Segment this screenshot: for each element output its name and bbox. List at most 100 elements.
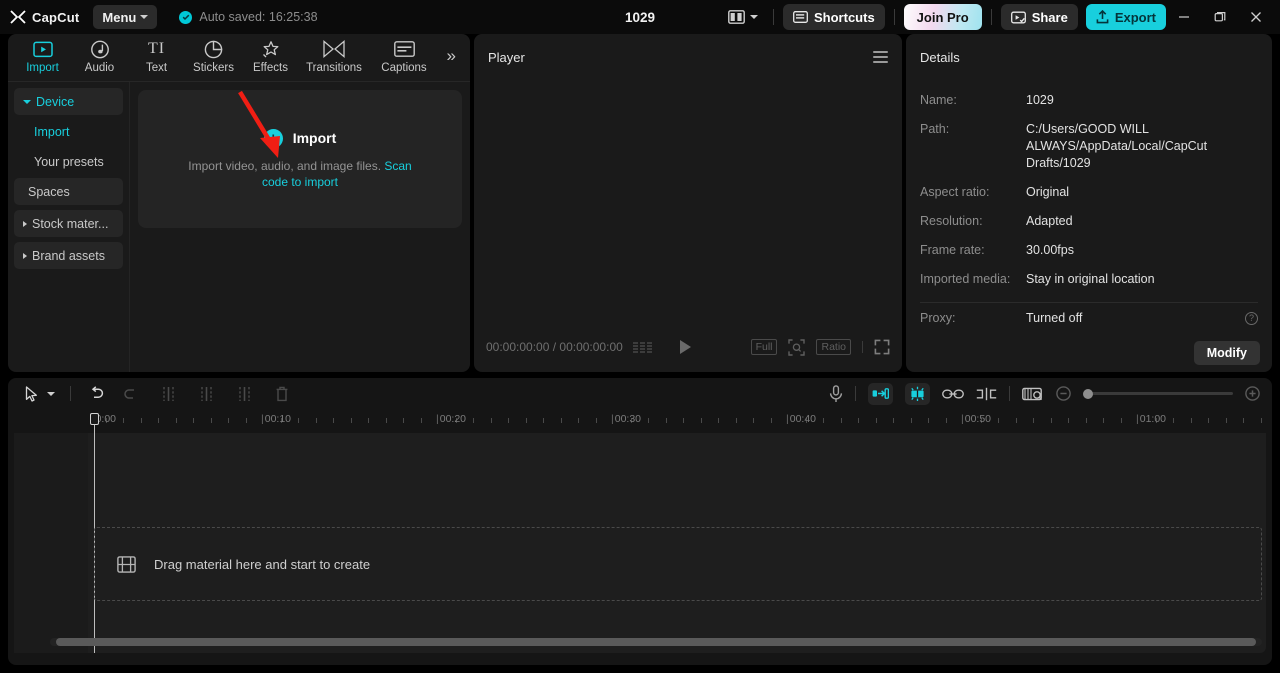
zoom-out-tool[interactable]	[1056, 386, 1071, 401]
stickers-icon	[204, 39, 223, 59]
sidebar-item-device[interactable]: Device	[14, 88, 123, 115]
tab-text[interactable]: TI Text	[128, 34, 185, 74]
sidebar-item-stock-materials-label: Stock mater...	[32, 216, 109, 231]
join-pro-button[interactable]: Join Pro	[903, 4, 982, 30]
undo-tool[interactable]	[81, 386, 111, 401]
divider	[70, 386, 71, 401]
sidebar-item-spaces-label: Spaces	[28, 184, 70, 199]
redo-tool[interactable]	[111, 387, 149, 401]
details-label: Aspect ratio:	[920, 185, 990, 199]
divider	[773, 9, 774, 25]
minimize-button[interactable]	[1166, 2, 1202, 32]
modify-button[interactable]: Modify	[1193, 341, 1260, 365]
sidebar-item-spaces[interactable]: Spaces	[14, 178, 123, 205]
chevron-right-icon	[23, 252, 27, 259]
thumbnail-preview-tool[interactable]	[1022, 386, 1044, 402]
import-drop-area[interactable]: + Import Import video, audio, and image …	[130, 82, 470, 372]
transitions-icon	[323, 39, 345, 59]
player-panel: Player 00:00:00:00 / 00:00:00:00 Full Ra…	[474, 34, 902, 372]
ruler-tick	[735, 418, 737, 423]
playhead-handle[interactable]	[90, 413, 99, 425]
keyboard-icon	[793, 11, 808, 23]
tab-effects[interactable]: Effects	[242, 34, 299, 74]
full-quality-button[interactable]: Full	[750, 339, 778, 355]
import-icon	[32, 39, 53, 59]
timeline-ruler[interactable]: 00:0000:1000:2000:3000:4000:5001:00	[88, 409, 1272, 433]
question-mark-icon[interactable]: ?	[1245, 311, 1258, 325]
ruler-tick	[158, 418, 159, 423]
check-circle-icon	[179, 10, 193, 24]
layout-switch-button[interactable]	[722, 6, 764, 28]
ruler-tick	[420, 418, 422, 423]
ruler-tick	[385, 418, 387, 423]
player-preview-stage[interactable]	[474, 80, 902, 325]
join-pro-label: Join Pro	[916, 9, 969, 25]
close-button[interactable]	[1238, 2, 1274, 32]
details-value-aspect-ratio: Original	[1026, 185, 1070, 199]
ruler-tick	[333, 418, 334, 423]
ruler-tick	[1190, 418, 1192, 423]
sidebar-item-brand-assets[interactable]: Brand assets	[14, 242, 123, 269]
shortcuts-button[interactable]: Shortcuts	[783, 4, 885, 30]
trim-right-tool[interactable]	[225, 386, 263, 402]
ruler-tick	[893, 418, 894, 423]
zoom-in-tool[interactable]	[1245, 386, 1260, 401]
chevron-down-icon	[750, 15, 758, 19]
scrollbar-thumb[interactable]	[56, 638, 1256, 646]
details-panel: Details Name: 1029 Path: C:/Users/GOOD W…	[906, 34, 1272, 372]
ruler-tick	[595, 418, 597, 423]
share-button[interactable]: Share	[1000, 4, 1078, 30]
tab-transitions[interactable]: Transitions	[299, 34, 369, 74]
tool-dropdown-chevron[interactable]	[42, 391, 60, 396]
import-button[interactable]: + Import	[263, 128, 336, 148]
tab-stickers[interactable]: Stickers	[185, 34, 242, 74]
play-button[interactable]	[679, 340, 691, 354]
divider	[893, 9, 895, 25]
ratio-button[interactable]: Ratio	[816, 339, 851, 355]
details-value-frame-rate: 30.00fps	[1026, 243, 1074, 257]
import-card[interactable]: + Import Import video, audio, and image …	[138, 90, 462, 228]
player-title: Player	[488, 49, 525, 65]
export-button[interactable]: Export	[1085, 4, 1166, 30]
frame-grid-icon[interactable]	[632, 341, 652, 353]
player-view-options: Full Ratio	[750, 338, 890, 356]
tab-captions[interactable]: Captions	[369, 34, 439, 74]
maximize-button[interactable]	[1202, 2, 1238, 32]
tab-transitions-label: Transitions	[306, 62, 362, 74]
media-panel: Import Audio TI Text Stickers Effects Tr…	[8, 34, 470, 372]
menu-button[interactable]: Menu	[93, 5, 158, 29]
media-film-icon	[117, 555, 136, 573]
details-body: Name: 1029 Path: C:/Users/GOOD WILL ALWA…	[906, 80, 1272, 372]
trim-left-tool[interactable]	[187, 386, 225, 402]
auto-snap-toggle[interactable]	[905, 382, 930, 405]
sidebar-item-stock-materials[interactable]: Stock mater...	[14, 210, 123, 237]
hamburger-icon[interactable]	[873, 51, 888, 63]
timeline-dropzone[interactable]: Drag material here and start to create	[94, 527, 1262, 601]
timeline-horizontal-scrollbar[interactable]	[50, 638, 1262, 646]
ruler-tick	[770, 418, 772, 423]
snap-to-start-toggle[interactable]	[868, 382, 893, 405]
ruler-tick	[910, 418, 912, 423]
ruler-tick	[840, 418, 842, 423]
autosave-text: Auto saved: 16:25:38	[199, 10, 318, 24]
ruler-tick	[753, 418, 754, 423]
fullscreen-icon[interactable]	[874, 339, 890, 355]
sidebar-item-your-presets[interactable]: Your presets	[14, 148, 123, 175]
more-tabs-button[interactable]: »	[447, 34, 470, 66]
split-tool[interactable]	[149, 386, 187, 402]
sidebar-item-import[interactable]: Import	[14, 118, 123, 145]
zoom-slider-handle[interactable]	[1083, 388, 1093, 399]
select-cursor-tool[interactable]	[20, 385, 42, 402]
timeline-canvas[interactable]: Drag material here and start to create	[14, 413, 1266, 653]
tab-audio[interactable]: Audio	[71, 34, 128, 74]
ruler-tick	[228, 418, 229, 423]
record-voiceover-tool[interactable]	[829, 384, 843, 403]
zoom-fit-icon[interactable]	[788, 338, 806, 356]
link-clips-tool[interactable]	[942, 388, 964, 400]
tab-import[interactable]: Import	[14, 34, 71, 74]
zoom-slider[interactable]	[1083, 388, 1233, 399]
autosave-status: Auto saved: 16:25:38	[179, 10, 318, 24]
split-adjacent-tool[interactable]	[976, 387, 997, 401]
chevron-right-icon	[23, 220, 27, 227]
delete-tool[interactable]	[263, 386, 301, 402]
